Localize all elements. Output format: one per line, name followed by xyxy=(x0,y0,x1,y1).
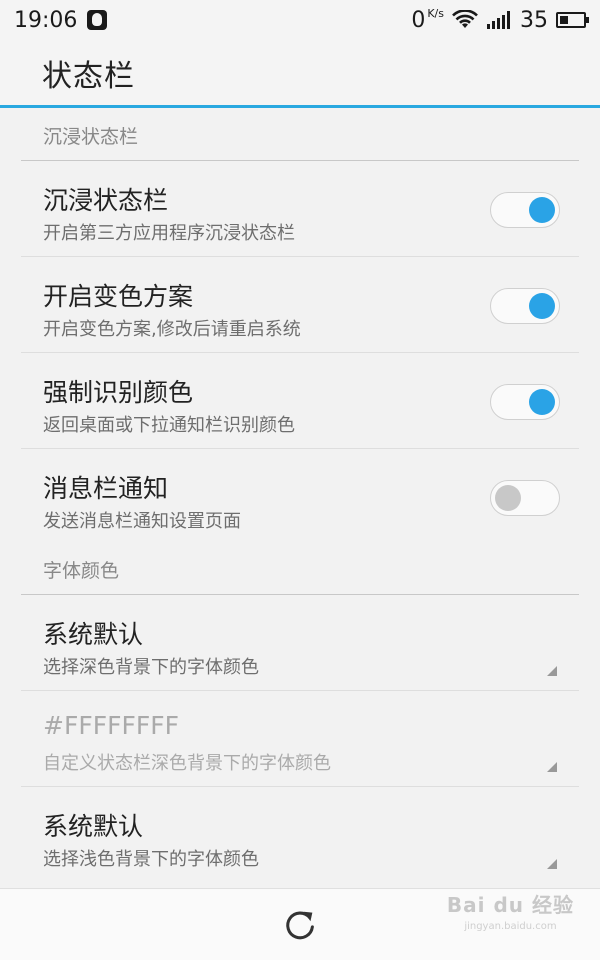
setting-subtitle: 自定义状态栏深色背景下的字体颜色 xyxy=(43,753,331,774)
section-header-immersive: 沉浸状态栏 xyxy=(21,111,579,161)
setting-row-immersive[interactable]: 沉浸状态栏 开启第三方应用程序沉浸状态栏 xyxy=(21,161,579,257)
immersive-toggle[interactable] xyxy=(490,192,560,228)
setting-row-custom-font-color[interactable]: #FFFFFFFF 自定义状态栏深色背景下的字体颜色 xyxy=(21,691,579,787)
watermark-brand: Bai du 经验 xyxy=(446,893,574,917)
status-time: 19:06 xyxy=(14,7,78,33)
status-bar: 19:06 0 K/s 35 xyxy=(0,0,600,40)
notification-toggle[interactable] xyxy=(490,480,560,516)
network-speed-unit: K/s xyxy=(427,6,444,20)
setting-title: #FFFFFFFF xyxy=(43,711,179,740)
setting-subtitle: 开启第三方应用程序沉浸状态栏 xyxy=(43,223,295,244)
setting-subtitle: 选择深色背景下的字体颜色 xyxy=(43,657,259,678)
baidu-watermark: Bai du 经验 jingyan.baidu.com xyxy=(447,894,574,938)
setting-title: 沉浸状态栏 xyxy=(43,186,169,215)
dropdown-arrow-icon xyxy=(547,859,557,869)
dropdown-arrow-icon xyxy=(547,666,557,676)
force-detect-color-toggle[interactable] xyxy=(490,384,560,420)
setting-title: 强制识别颜色 xyxy=(43,378,194,407)
setting-subtitle: 发送消息栏通知设置页面 xyxy=(43,511,241,532)
color-scheme-toggle[interactable] xyxy=(490,288,560,324)
setting-row-force-detect-color[interactable]: 强制识别颜色 返回桌面或下拉通知栏识别颜色 xyxy=(21,353,579,449)
setting-subtitle: 开启变色方案,修改后请重启系统 xyxy=(43,319,301,340)
setting-row-light-bg-font-color[interactable]: 系统默认 选择浅色背景下的字体颜色 xyxy=(21,787,579,883)
setting-subtitle: 选择浅色背景下的字体颜色 xyxy=(43,849,259,870)
network-speed-value: 0 xyxy=(411,7,426,33)
setting-row-dark-bg-font-color[interactable]: 系统默认 选择深色背景下的字体颜色 xyxy=(21,595,579,691)
qq-notification-icon xyxy=(87,10,108,30)
page-title: 状态栏 xyxy=(42,58,135,94)
setting-title: 系统默认 xyxy=(43,620,144,649)
network-speed: 0 K/s xyxy=(411,6,444,33)
setting-row-notification[interactable]: 消息栏通知 发送消息栏通知设置页面 xyxy=(21,449,579,545)
setting-title: 开启变色方案 xyxy=(43,282,194,311)
app-bar: 状态栏 xyxy=(0,40,600,108)
setting-subtitle: 返回桌面或下拉通知栏识别颜色 xyxy=(43,415,295,436)
watermark-url: jingyan.baidu.com xyxy=(464,921,557,932)
setting-title: 消息栏通知 xyxy=(43,474,169,503)
refresh-icon[interactable] xyxy=(281,906,319,944)
dropdown-arrow-icon xyxy=(547,762,557,772)
battery-level: 35 xyxy=(520,7,548,33)
settings-list: 沉浸状态栏 沉浸状态栏 开启第三方应用程序沉浸状态栏 开启变色方案 开启变色方案… xyxy=(0,111,600,888)
setting-title: 系统默认 xyxy=(43,812,144,841)
section-header-font-color: 字体颜色 xyxy=(21,545,579,595)
battery-icon xyxy=(556,12,589,28)
wifi-icon xyxy=(452,10,478,28)
setting-row-color-scheme[interactable]: 开启变色方案 开启变色方案,修改后请重启系统 xyxy=(21,257,579,353)
signal-icon xyxy=(487,11,510,29)
